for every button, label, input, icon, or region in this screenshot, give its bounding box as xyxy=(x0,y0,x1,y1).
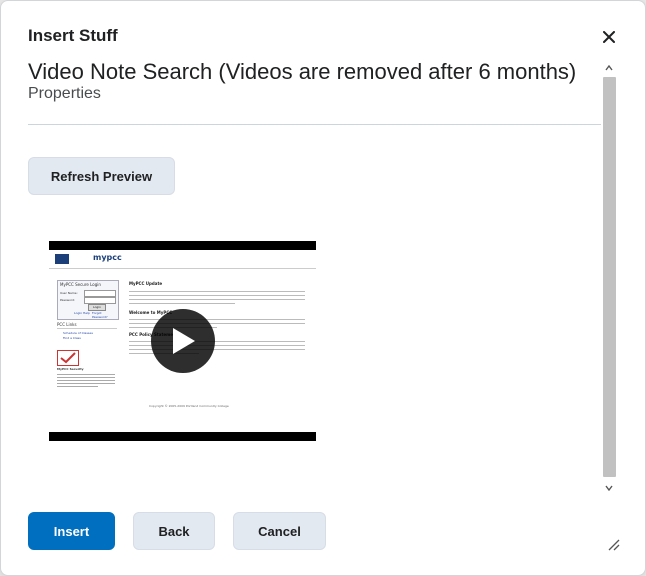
thumbnail-pcc-link-2: Find a Class xyxy=(63,336,81,340)
thumbnail-logo-text: mypcc xyxy=(93,253,122,262)
thumbnail-login-box: MyPCC Secure Login User Name: Password: … xyxy=(57,280,119,320)
vertical-scrollbar[interactable] xyxy=(602,59,616,497)
play-button[interactable] xyxy=(151,309,215,373)
thumbnail-pass-label: Password: xyxy=(60,298,76,302)
insert-button[interactable]: Insert xyxy=(28,512,115,550)
thumbnail-forgot-link: Forgot Password? xyxy=(92,311,108,319)
thumbnail-footer: Copyright © 2005-2009 Portland Community… xyxy=(149,404,229,408)
page-subtitle: Properties xyxy=(28,85,101,102)
page-title: Video Note Search (Videos are removed af… xyxy=(28,59,577,84)
thumbnail-update-title: MyPCC Update xyxy=(129,281,163,286)
thumbnail-update-text xyxy=(129,288,305,308)
thumbnail-header: mypcc xyxy=(49,250,316,269)
refresh-preview-button[interactable]: Refresh Preview xyxy=(28,157,175,195)
thumbnail-pcc-links-title: PCC Links xyxy=(57,322,77,327)
thumbnail-login-title: MyPCC Secure Login xyxy=(60,282,101,287)
close-icon xyxy=(603,31,615,43)
scroll-down-icon[interactable] xyxy=(602,481,616,495)
scroll-up-icon[interactable] xyxy=(602,61,616,75)
close-button[interactable] xyxy=(597,25,621,49)
divider xyxy=(28,124,601,125)
thumbnail-user-label: User Name: xyxy=(60,291,78,295)
thumbnail-user-field xyxy=(84,290,116,297)
cancel-button[interactable]: Cancel xyxy=(233,512,326,550)
thumbnail-security-title: MyPCC Security xyxy=(57,367,84,371)
dialog-content[interactable]: Video Note Search (Videos are removed af… xyxy=(28,59,601,499)
play-icon xyxy=(173,328,195,354)
thumbnail-pass-field xyxy=(84,297,116,304)
scroll-thumb[interactable] xyxy=(603,77,616,477)
thumbnail-help-link: Login Help xyxy=(74,311,90,315)
video-player[interactable]: mypcc MyPCC Secure Login User Name: Pass… xyxy=(49,241,316,441)
thumbnail-security-text xyxy=(57,372,115,394)
thumbnail-rule xyxy=(57,328,117,329)
thumbnail-login-button: Login xyxy=(88,304,106,311)
thumbnail-pcc-link-1: Schedule of Classes xyxy=(63,331,93,335)
back-button[interactable]: Back xyxy=(133,512,215,550)
resize-handle-icon[interactable] xyxy=(604,535,620,551)
thumbnail-security-badge-icon xyxy=(57,350,79,366)
pcc-logo-icon xyxy=(55,254,69,264)
dialog-title: Insert Stuff xyxy=(28,26,118,45)
insert-stuff-dialog: Insert Stuff Video Note Search (Videos a… xyxy=(0,0,646,576)
